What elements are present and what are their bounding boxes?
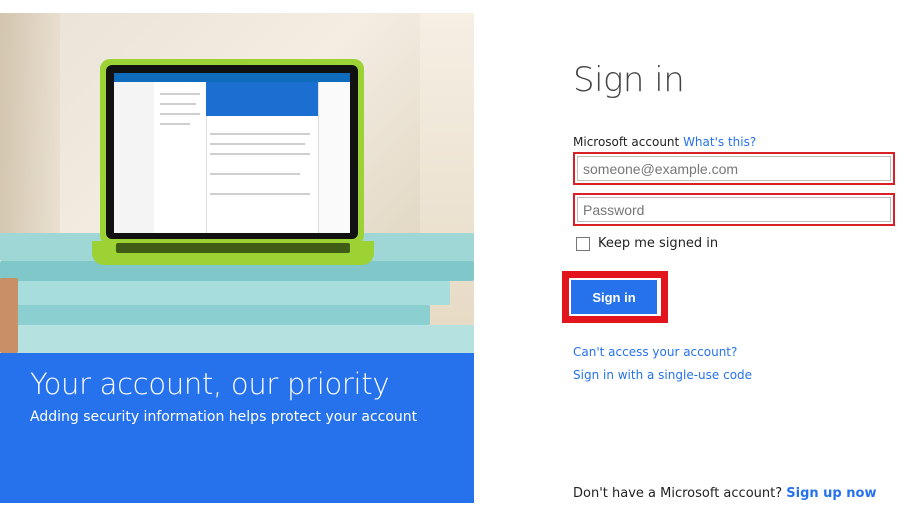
signin-button[interactable]: Sign in (571, 280, 657, 314)
screen-line (210, 133, 310, 135)
screen-line (210, 193, 310, 195)
plank (0, 278, 18, 353)
screen-line (210, 143, 305, 145)
plank (0, 281, 450, 305)
screen-line (160, 113, 200, 115)
keep-signed-in-label: Keep me signed in (598, 236, 719, 251)
cant-access-account-link[interactable]: Can't access your account? (573, 345, 737, 359)
screen-topbar (114, 73, 350, 82)
hero-photo (0, 13, 474, 353)
screen-banner (206, 82, 318, 116)
single-use-code-link[interactable]: Sign in with a single-use code (573, 368, 752, 382)
screen-line (160, 93, 200, 95)
account-label: Microsoft account What's this? (573, 135, 756, 149)
curtain (0, 13, 60, 253)
hero-title: Your account, our priority (30, 367, 390, 401)
screen-line (210, 173, 300, 175)
screen-side (318, 82, 350, 233)
email-field-highlight (573, 152, 895, 185)
no-account-text: Don't have a Microsoft account? (573, 486, 783, 501)
screen-line (160, 103, 196, 105)
signin-form: Sign in Microsoft account What's this? K… (562, 0, 904, 514)
screen-line (160, 123, 190, 125)
whats-this-link[interactable]: What's this? (683, 135, 756, 149)
hero-panel: Your account, our priority Adding securi… (0, 13, 474, 503)
hero-banner: Your account, our priority Adding securi… (0, 353, 474, 503)
screen-nav (114, 82, 154, 233)
plank (0, 305, 430, 325)
keep-signed-in-checkbox[interactable] (576, 236, 590, 251)
signup-link[interactable]: Sign up now (786, 486, 876, 501)
hero-subtitle: Adding security information helps protec… (30, 409, 418, 425)
keep-signed-in-row[interactable]: Keep me signed in (576, 236, 718, 251)
plank (0, 325, 474, 353)
laptop-screen (114, 73, 350, 233)
screen-line (210, 153, 310, 155)
password-field-highlight (573, 193, 895, 226)
password-field[interactable] (581, 198, 885, 222)
email-field[interactable] (581, 157, 885, 181)
signup-prompt: Don't have a Microsoft account? Sign up … (573, 486, 876, 501)
signin-button-frame: Sign in (569, 278, 661, 316)
account-label-text: Microsoft account (573, 135, 680, 149)
laptop-keyboard (116, 243, 350, 253)
page-title: Sign in (573, 60, 685, 100)
